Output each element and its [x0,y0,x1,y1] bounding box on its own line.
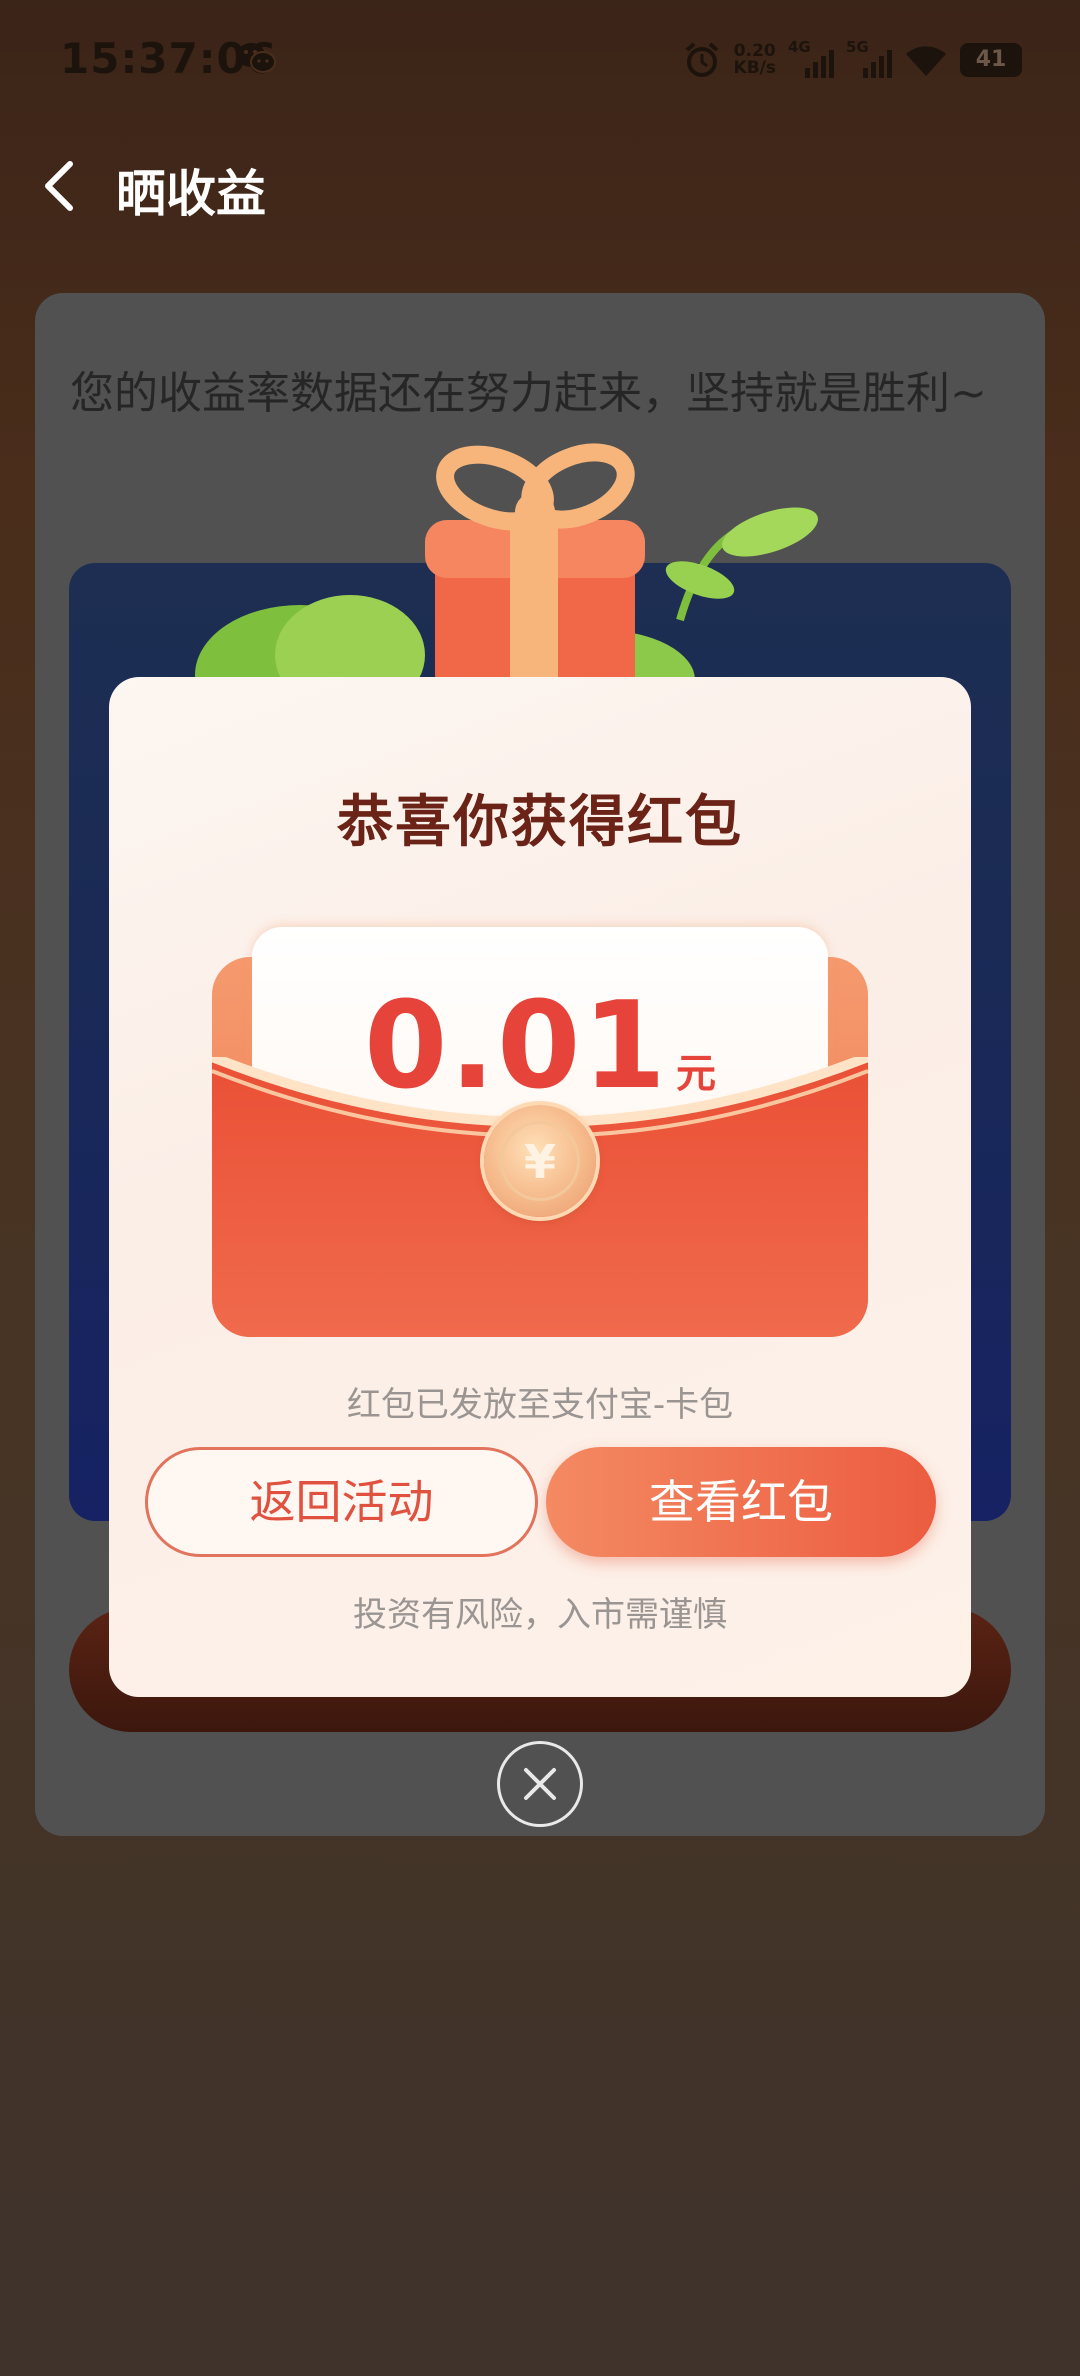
back-arrow-icon[interactable] [30,150,90,222]
network-speed: 0.20 KB/s [733,41,776,78]
alarm-icon [685,42,718,77]
battery-indicator: 41 [960,43,1022,77]
red-packet-dialog: 恭喜你获得红包 0.01 元 ¥ 红包已发放至支付宝-卡包 返回活动 查看红包 投… [109,677,971,1697]
yield-message: 您的收益率数据还在努力赶来，坚持就是胜利~ [70,368,987,419]
red-envelope: 0.01 元 ¥ [212,927,868,1337]
risk-notice: 投资有风险，入市需谨慎 [353,1595,727,1635]
sent-tip: 红包已发放至支付宝-卡包 [346,1385,734,1425]
gift-box-illustration [195,443,818,700]
signal-4g-icon: 4G [788,38,834,80]
close-icon [524,1768,556,1800]
page-title: 晒收益 [116,165,266,223]
yuan-coin-icon: ¥ [484,1105,596,1217]
back-to-activity-button[interactable]: 返回活动 [145,1447,538,1557]
view-red-packet-button[interactable]: 查看红包 [546,1447,936,1557]
wifi-icon [906,46,946,76]
signal-5g-icon: 5G [846,38,892,80]
status-bar: 15:37:06 0.20 KB/s 4G 5G 41 [0,0,1080,120]
dialog-title: 恭喜你获得红包 [337,790,743,855]
wechat-icon [237,43,276,73]
close-dialog-button[interactable] [497,1741,583,1827]
